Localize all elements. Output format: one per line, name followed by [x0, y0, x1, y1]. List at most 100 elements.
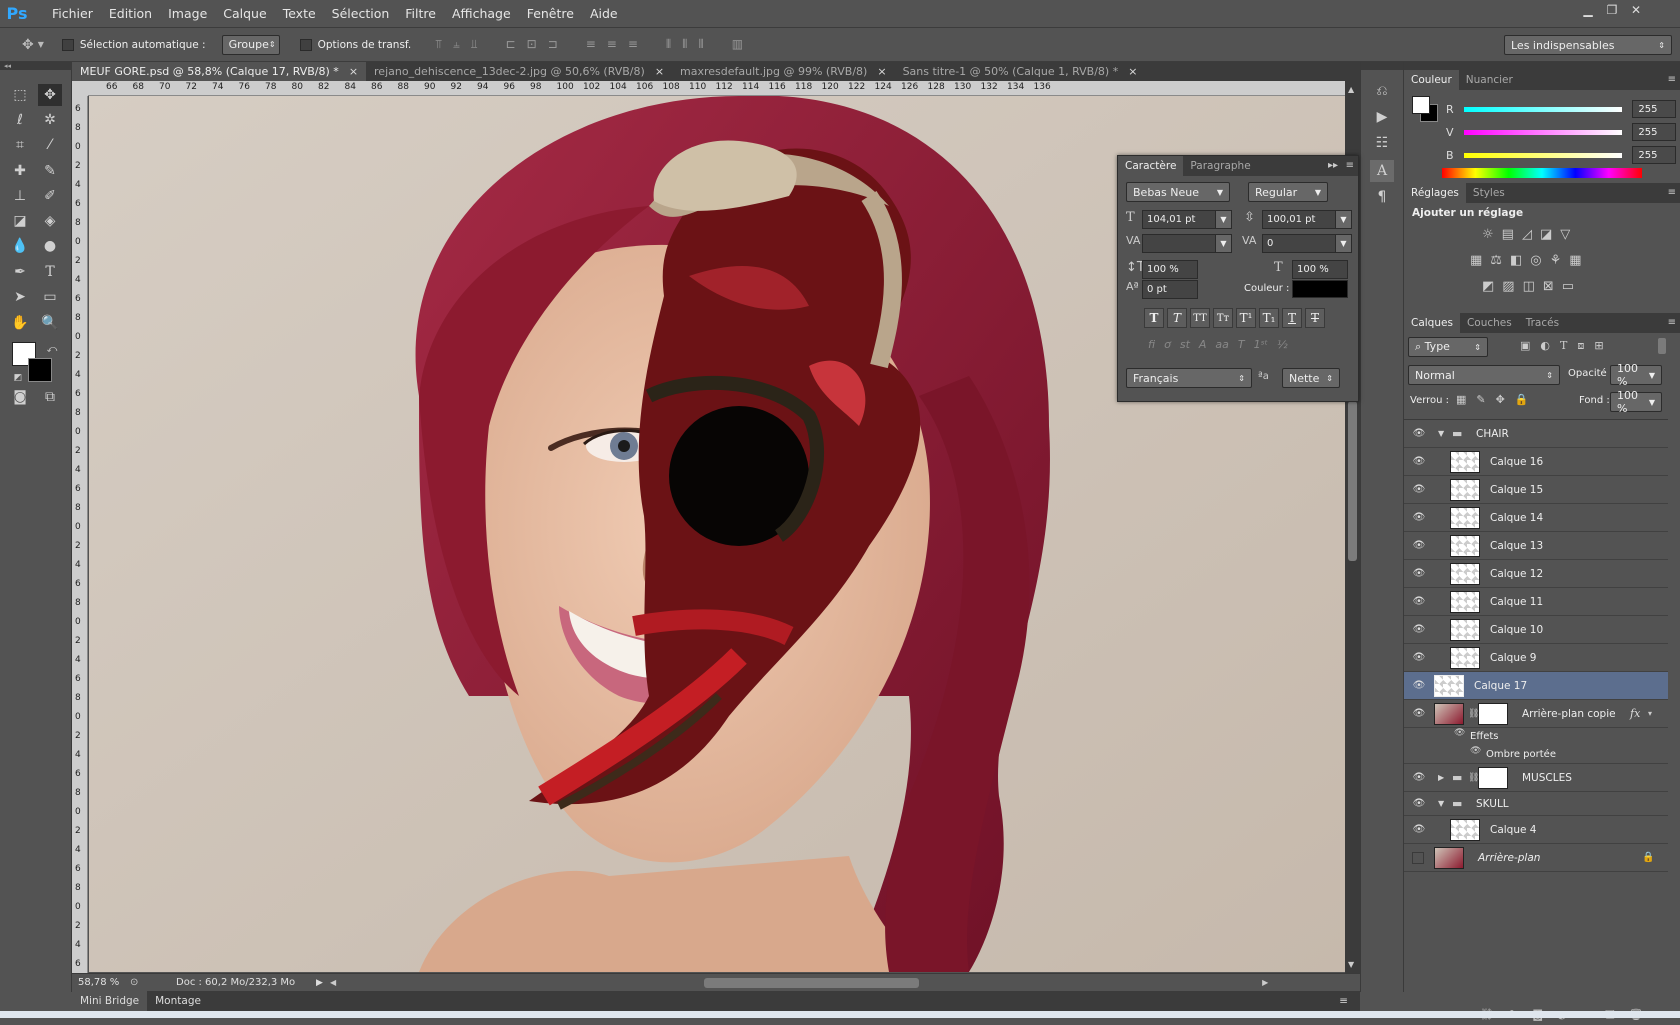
fx-expand-icon[interactable]: ▾ — [1648, 709, 1652, 718]
tab-rejano[interactable]: rejano_dehiscence_13dec-2.jpg @ 50,6% (R… — [366, 62, 672, 81]
small-caps-button[interactable]: Tᴛ — [1213, 308, 1233, 328]
strikethrough-button[interactable]: T — [1305, 308, 1325, 328]
close-tab-icon[interactable]: × — [349, 65, 358, 78]
visibility-eye-icon[interactable]: 👁 — [1412, 623, 1426, 637]
lock-position-icon[interactable]: ✥ — [1496, 393, 1505, 406]
filter-adjustment-icon[interactable]: ◐ — [1540, 339, 1550, 353]
horizontal-ruler[interactable]: 66 68 70 72 74 76 78 80 82 84 86 88 90 92 94 96 98 100 102… — [88, 81, 1346, 96]
hue-saturation-icon[interactable]: ▦ — [1470, 253, 1482, 268]
screen-mode-icon[interactable]: ⧉ — [38, 386, 62, 408]
layer-calque-4[interactable]: 👁 Calque 4 — [1404, 816, 1668, 844]
rectangle-tool-icon[interactable]: ▭ — [38, 286, 62, 308]
layer-calque-11[interactable]: 👁 Calque 11 — [1404, 588, 1668, 616]
group-expanded-icon[interactable]: ▼ — [1438, 429, 1444, 438]
all-caps-button[interactable]: TT — [1190, 308, 1210, 328]
zoom-level[interactable]: 58,78 % — [72, 977, 130, 988]
close-tab-icon[interactable]: × — [655, 65, 664, 78]
tab-couches[interactable]: Couches — [1460, 313, 1519, 333]
channel-mixer-icon[interactable]: ⚘ — [1550, 253, 1562, 268]
swash-icon[interactable]: A — [1199, 338, 1207, 351]
tool-preset-arrow-icon[interactable]: ▼ — [38, 40, 44, 49]
distribute-bottom-icon[interactable]: ≡ — [628, 37, 638, 52]
align-hcenter-icon[interactable]: ⊡ — [527, 37, 537, 52]
tracking-field[interactable]: 0 ▼ — [1262, 234, 1352, 253]
visibility-eye-icon[interactable]: 👁 — [1412, 483, 1426, 497]
color-lookup-icon[interactable]: ▦ — [1569, 253, 1581, 268]
distribute-left-icon[interactable]: ⦀ — [666, 37, 671, 52]
history-brush-tool-icon[interactable]: ✐ — [38, 185, 62, 207]
align-vcenter-icon[interactable]: ⫨ — [453, 37, 460, 52]
menu-fenetre[interactable]: Fenêtre — [519, 0, 582, 27]
opacity-field[interactable]: 100 % ▼ — [1610, 362, 1662, 388]
drop-shadow-eye-icon[interactable]: 👁 — [1470, 746, 1481, 756]
leading-field[interactable]: 100,01 pt ▼ — [1262, 210, 1352, 229]
menu-filtre[interactable]: Filtre — [397, 0, 444, 27]
tab-maxresdefault[interactable]: maxresdefault.jpg @ 99% (RVB/8) × — [672, 62, 895, 81]
group-expanded-icon[interactable]: ▼ — [1438, 799, 1444, 808]
subscript-button[interactable]: T₁ — [1259, 308, 1279, 328]
visibility-eye-icon[interactable]: 👁 — [1412, 427, 1426, 441]
discretionary-ligature-icon[interactable]: st — [1180, 338, 1190, 351]
paint-bucket-tool-icon[interactable]: ◈ — [38, 210, 62, 232]
path-selection-tool-icon[interactable]: ➤ — [8, 286, 32, 308]
align-left-icon[interactable]: ⊏ — [506, 37, 516, 52]
panel-menu-icon[interactable]: ≡ — [1346, 156, 1354, 176]
ligature-icon[interactable]: ﬁ — [1148, 338, 1155, 351]
ordinals-icon[interactable]: 1ˢᵗ — [1254, 338, 1268, 351]
red-slider[interactable] — [1463, 106, 1623, 112]
eyedropper-tool-icon[interactable]: ⁄ — [38, 134, 62, 156]
tab-couleur[interactable]: Couleur — [1404, 70, 1459, 90]
blue-value[interactable]: 255 — [1632, 146, 1676, 164]
invert-icon[interactable]: ◩ — [1482, 279, 1494, 294]
hscroll-right-icon[interactable]: ▶ — [1262, 978, 1268, 987]
fill-field[interactable]: 100 % ▼ — [1610, 389, 1662, 415]
tab-mini-bridge[interactable]: Mini Bridge — [72, 991, 148, 1011]
visibility-eye-icon[interactable]: 👁 — [1412, 823, 1426, 837]
vertical-scroll-thumb[interactable] — [1348, 401, 1357, 561]
horizontal-scroll-thumb[interactable] — [704, 977, 920, 988]
black-white-icon[interactable]: ◧ — [1510, 253, 1522, 268]
visibility-eye-icon[interactable]: 👁 — [1412, 539, 1426, 553]
restore-icon[interactable]: ❐ — [1600, 0, 1624, 20]
menu-texte[interactable]: Texte — [275, 0, 324, 27]
color-balance-icon[interactable]: ⚖ — [1490, 253, 1502, 268]
pen-tool-icon[interactable]: ✒ — [8, 261, 32, 283]
layer-calque-16[interactable]: 👁 Calque 16 — [1404, 448, 1668, 476]
vibrance-icon[interactable]: ▽ — [1560, 227, 1570, 242]
brush-tool-icon[interactable]: ✎ — [38, 160, 62, 182]
healing-brush-tool-icon[interactable]: ✚ — [8, 160, 32, 182]
canvas-horizontal-scrollbar[interactable] — [342, 977, 1262, 989]
workspace-dropdown[interactable]: Les indispensables ⇕ — [1504, 35, 1672, 55]
visibility-eye-icon[interactable]: 👁 — [1412, 595, 1426, 609]
layer-arriere-plan-copie[interactable]: 👁 ⛓ Arrière-plan copie fx ▾ — [1404, 700, 1668, 728]
character-panel-icon[interactable]: A — [1370, 160, 1394, 182]
close-tab-icon[interactable]: × — [877, 65, 886, 78]
filter-pixel-icon[interactable]: ▣ — [1520, 339, 1530, 353]
paragraph-panel-icon[interactable]: ¶ — [1370, 186, 1394, 208]
tab-styles[interactable]: Styles — [1466, 183, 1512, 203]
layer-calque-15[interactable]: 👁 Calque 15 — [1404, 476, 1668, 504]
menu-edition[interactable]: Edition — [101, 0, 160, 27]
stylistic-alternates-icon[interactable]: aa — [1215, 338, 1228, 351]
fg-color-chip[interactable] — [1412, 96, 1430, 114]
visibility-eye-icon[interactable]: 👁 — [1412, 771, 1426, 785]
layer-calque-9[interactable]: 👁 Calque 9 — [1404, 644, 1668, 672]
clone-stamp-tool-icon[interactable]: ⊥ — [8, 185, 32, 207]
blur-tool-icon[interactable]: 💧 — [8, 235, 32, 257]
selective-color-icon[interactable]: ⊠ — [1543, 279, 1554, 294]
move-tool-icon[interactable]: ✥ — [22, 37, 34, 53]
font-size-field[interactable]: 104,01 pt ▼ — [1142, 210, 1232, 229]
menu-fichier[interactable]: Fichier — [44, 0, 101, 27]
effects-eye-icon[interactable]: 👁 — [1454, 728, 1465, 738]
visibility-off-box[interactable] — [1412, 851, 1424, 864]
green-value[interactable]: 255 — [1632, 123, 1676, 141]
lasso-tool-icon[interactable]: ℓ — [8, 109, 32, 131]
blend-mode-dropdown[interactable]: Normal ⇕ — [1408, 365, 1560, 385]
threshold-icon[interactable]: ◫ — [1523, 279, 1535, 294]
visibility-eye-icon[interactable]: 👁 — [1412, 651, 1426, 665]
swap-colors-icon[interactable]: ⤺ — [40, 338, 64, 360]
distribute-top-icon[interactable]: ≡ — [586, 37, 596, 52]
faux-bold-button[interactable]: T — [1144, 308, 1164, 328]
tab-nuancier[interactable]: Nuancier — [1459, 70, 1520, 90]
fx-icon[interactable]: fx — [1630, 707, 1640, 720]
